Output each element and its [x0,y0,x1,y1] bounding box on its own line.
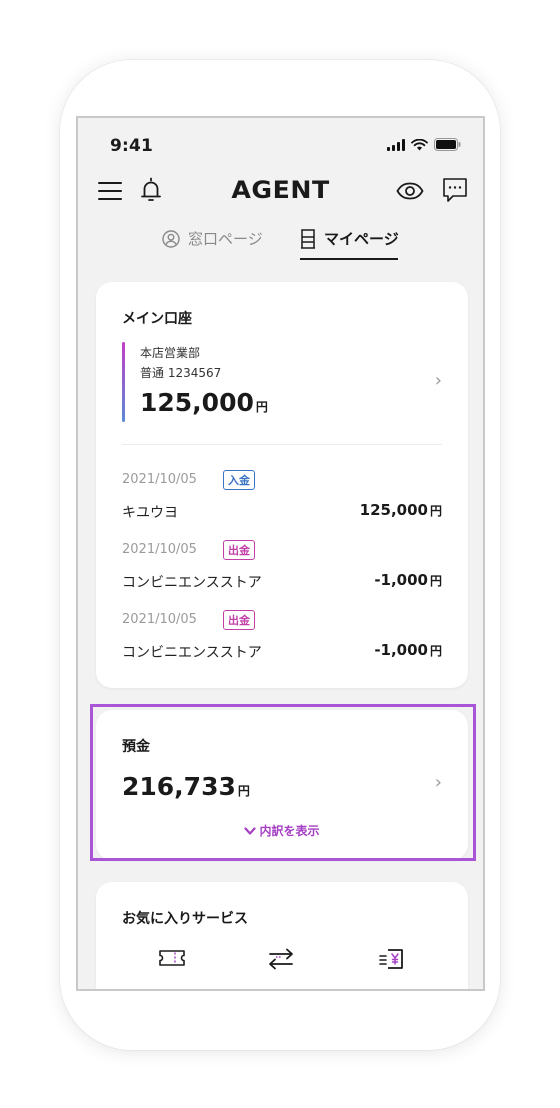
app-header: AGENT [78,174,483,214]
tab-my-page-label: マイページ [324,230,399,248]
account-balance[interactable]: 125,000 円 [140,388,268,417]
account-number: 普通 1234567 [140,366,222,380]
deposit-amount: 216,733 円 [122,772,250,801]
card-divider [122,444,442,445]
main-account-title: メイン口座 [122,311,192,327]
transaction-amount-currency: 円 [429,504,442,518]
tab-my-page[interactable]: マイページ [300,228,399,249]
transaction-type-badge: 入金 [223,470,255,490]
status-bar: 9:41 [78,118,483,174]
transaction-date: 2021/10/05 [122,542,197,557]
transaction-amount-value: -1,000 [374,571,428,589]
main-account-card: メイン口座 本店営業部 普通 1234567 125,000 円 › 2021/1… [96,282,468,688]
transaction-type-badge: 出金 [223,540,255,560]
status-icons [387,138,461,151]
favorite-services-title: お気に入りサービス [122,911,248,927]
user-circle-icon [162,229,180,248]
transaction-date: 2021/10/05 [122,472,197,487]
show-breakdown-label: 内訳を表示 [259,824,320,838]
transaction-name: コンビニエンスストア [122,575,262,591]
cellular-signal-icon [387,138,405,151]
favorite-services-card: お気に入りサービス [96,882,468,989]
deposit-amount-value: 216,733 [122,772,236,801]
yen-receipt-icon[interactable] [378,948,406,970]
transfer-icon[interactable] [266,948,296,970]
active-tab-indicator [300,258,398,260]
building-icon [301,228,315,249]
deposit-chevron-right-icon[interactable]: › [435,772,442,793]
eye-icon[interactable] [396,182,424,200]
transaction-amount: 125,000 円 [360,501,442,519]
transaction-date: 2021/10/05 [122,612,197,627]
wifi-icon [411,138,428,150]
deposit-card[interactable]: 預金 216,733 円 › 内訳を表示 [96,710,468,860]
account-balance-value: 125,000 [140,388,254,417]
status-time: 9:41 [110,136,154,156]
transaction-amount-currency: 円 [429,574,442,588]
ticket-icon[interactable] [158,948,186,968]
transaction-type-badge: 出金 [223,610,255,630]
transaction-name: キユウヨ [122,505,178,521]
account-balance-currency: 円 [255,400,268,414]
account-branch: 本店営業部 [140,346,201,360]
page-tabs: 窓口ページ マイページ [78,222,483,262]
transaction-name: コンビニエンスストア [122,645,262,661]
show-breakdown-link[interactable]: 内訳を表示 [96,822,468,839]
transaction-amount-value: -1,000 [374,641,428,659]
deposit-amount-currency: 円 [237,784,250,798]
chat-icon[interactable] [442,177,468,203]
tab-counter-page[interactable]: 窓口ページ [162,228,263,249]
app-screen: 9:41 AGENT 窓口ページ マイページ メイン口座 本店営業部 普通 12… [76,116,485,991]
transaction-amount: -1,000 円 [374,571,442,589]
account-accent-bar [122,342,125,422]
chevron-down-icon [244,827,257,835]
transaction-amount: -1,000 円 [374,641,442,659]
transaction-amount-currency: 円 [429,644,442,658]
account-chevron-right-icon[interactable]: › [435,370,442,391]
tab-counter-label: 窓口ページ [188,230,263,248]
battery-icon [434,138,461,151]
transaction-amount-value: 125,000 [359,501,428,519]
deposit-title: 預金 [122,739,150,755]
